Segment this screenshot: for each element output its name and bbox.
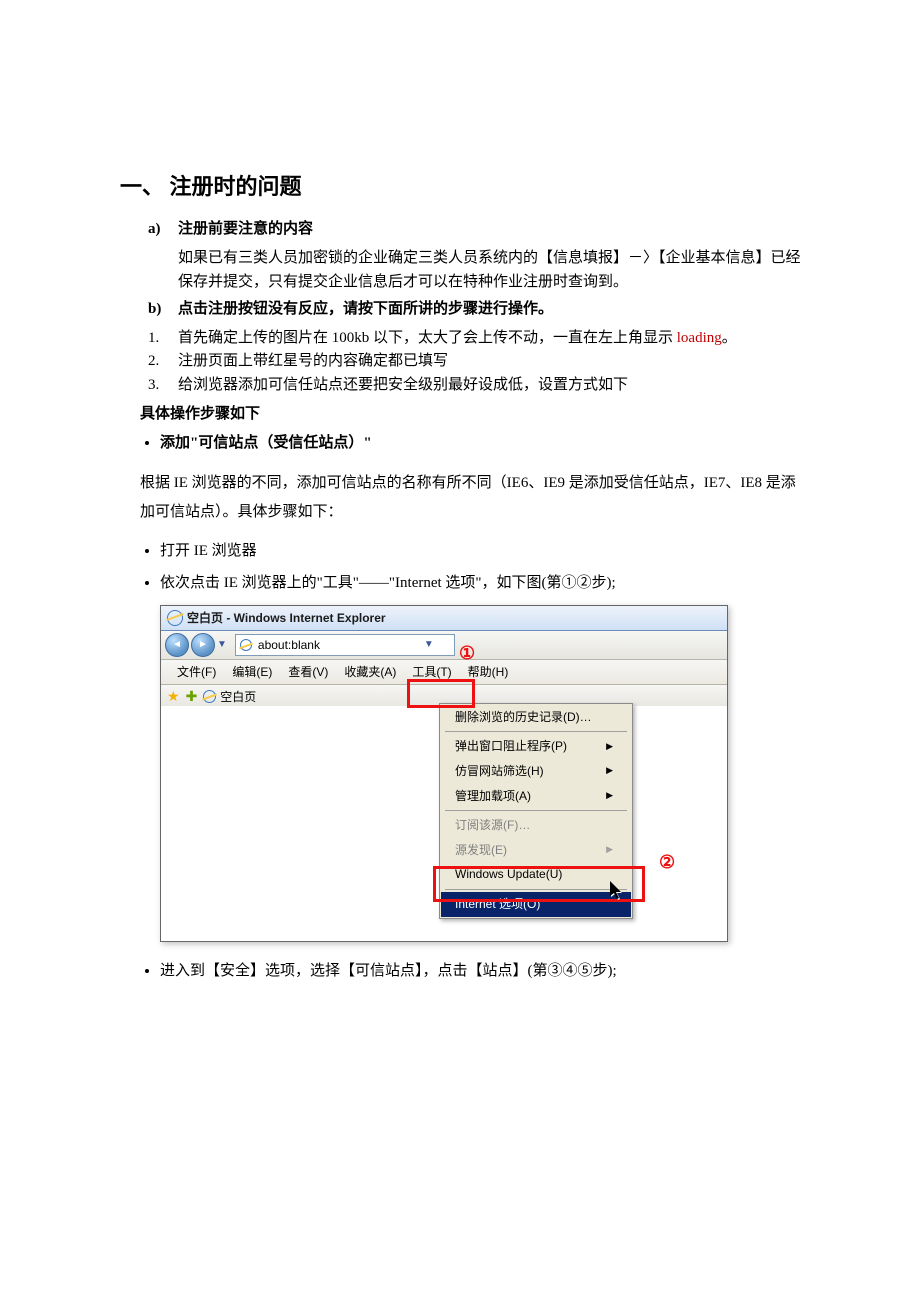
detail-heading: 具体操作步骤如下: [140, 403, 805, 426]
menu-subscribe-feed: 订阅该源(F)…: [441, 813, 631, 838]
menu-tools[interactable]: 工具(T): [404, 660, 459, 685]
ie-icon: [167, 610, 183, 626]
bullet-security-tab: 进入到【安全】选项，选择【可信站点】，点击【站点】(第③④⑤步);: [160, 960, 805, 983]
menu-bar: 文件(F) 编辑(E) 查看(V) 收藏夹(A) 工具(T) 帮助(H): [161, 660, 727, 685]
submenu-arrow-icon: ▶: [606, 789, 613, 803]
menu-view[interactable]: 查看(V): [280, 660, 336, 685]
menu-manage-addons[interactable]: 管理加载项(A) ▶: [441, 784, 631, 809]
submenu-arrow-icon: ▶: [606, 843, 613, 857]
bullet-click-tools: 依次点击 IE 浏览器上的"工具"——"Internet 选项"，如下图(第①②…: [160, 572, 805, 595]
menu-popup-label: 弹出窗口阻止程序(P): [455, 737, 567, 756]
menu-addons-label: 管理加载项(A): [455, 787, 531, 806]
menu-separator: [445, 889, 627, 890]
menu-delete-history-label: 删除浏览的历史记录(D)…: [455, 708, 592, 727]
menu-feed-discovery: 源发现(E) ▶: [441, 838, 631, 863]
nav-toolbar: ◄ ► ▼ ▼: [161, 631, 727, 660]
label-b: b): [148, 298, 178, 321]
step-1-post: 。: [722, 330, 737, 346]
address-input[interactable]: [256, 637, 420, 653]
add-favorite-icon[interactable]: ✚: [186, 686, 198, 708]
submenu-arrow-icon: ▶: [606, 740, 613, 754]
menu-winupdate-label: Windows Update(U): [455, 865, 562, 884]
item-b: b) 点击注册按钮没有反应，请按下面所讲的步骤进行操作。: [148, 298, 805, 321]
step-3: 3. 给浏览器添加可信任站点还要把安全级别最好设成低，设置方式如下: [148, 374, 805, 397]
step-3-text: 给浏览器添加可信任站点还要把安全级别最好设成低，设置方式如下: [178, 374, 805, 397]
menu-separator: [445, 731, 627, 732]
explain-text: 根据 IE 浏览器的不同，添加可信站点的名称有所不同（IE6、IE9 是添加受信…: [140, 469, 805, 526]
step-1-text: 首先确定上传的图片在 100kb 以下，太大了会上传不动，一直在左上角显示 lo…: [178, 327, 805, 350]
label-a: a): [148, 218, 178, 241]
menu-popup-blocker[interactable]: 弹出窗口阻止程序(P) ▶: [441, 734, 631, 759]
address-ie-icon: [240, 639, 252, 651]
menu-phishing-label: 仿冒网站筛选(H): [455, 762, 544, 781]
nav-history-caret-icon[interactable]: ▼: [217, 637, 227, 653]
annotation-marker-2: ②: [659, 849, 681, 871]
tools-dropdown: 删除浏览的历史记录(D)… 弹出窗口阻止程序(P) ▶ 仿冒网站筛选(H) ▶ …: [439, 703, 633, 919]
step-2-num: 2.: [148, 350, 178, 373]
submenu-arrow-icon: ▶: [606, 764, 613, 778]
ie-screenshot: 空白页 - Windows Internet Explorer ◄ ► ▼ ▼ …: [160, 605, 728, 942]
title-b: 点击注册按钮没有反应，请按下面所讲的步骤进行操作。: [178, 298, 805, 321]
titlebar: 空白页 - Windows Internet Explorer: [161, 606, 727, 631]
tab-blank[interactable]: 空白页: [203, 688, 256, 707]
step-1-pre: 首先确定上传的图片在 100kb 以下，太大了会上传不动，一直在左上角显示: [178, 330, 677, 346]
tab-label-text: 空白页: [220, 688, 256, 707]
annotation-marker-1: ①: [459, 640, 481, 662]
favorites-star-icon[interactable]: ★: [167, 686, 180, 708]
cursor-icon: [609, 881, 623, 901]
menu-delete-history[interactable]: 删除浏览的历史记录(D)…: [441, 705, 631, 730]
menu-phishing-filter[interactable]: 仿冒网站筛选(H) ▶: [441, 759, 631, 784]
back-button[interactable]: ◄: [165, 633, 189, 657]
menu-internet-options-label: Internet 选项(O): [455, 897, 540, 911]
address-dropdown-icon[interactable]: ▼: [424, 637, 434, 653]
document-page: 一、 注册时的问题 a) 注册前要注意的内容 如果已有三类人员加密锁的企业确定三…: [0, 0, 920, 1302]
menu-help[interactable]: 帮助(H): [460, 660, 517, 685]
menu-favorites[interactable]: 收藏夹(A): [336, 660, 404, 685]
menu-subscribe-label: 订阅该源(F)…: [455, 816, 530, 835]
step-1-num: 1.: [148, 327, 178, 350]
loading-text: loading: [677, 330, 722, 346]
menu-windows-update[interactable]: Windows Update(U): [441, 862, 631, 887]
menu-internet-options[interactable]: Internet 选项(O): [441, 892, 631, 917]
menu-file[interactable]: 文件(F): [169, 660, 224, 685]
step-3-num: 3.: [148, 374, 178, 397]
step-1: 1. 首先确定上传的图片在 100kb 以下，太大了会上传不动，一直在左上角显示…: [148, 327, 805, 350]
menu-feed-label: 源发现(E): [455, 841, 507, 860]
bullet-open-ie: 打开 IE 浏览器: [160, 540, 805, 563]
step-2-text: 注册页面上带红星号的内容确定都已填写: [178, 350, 805, 373]
heading-1: 一、 注册时的问题: [120, 170, 805, 204]
forward-button[interactable]: ►: [191, 633, 215, 657]
menu-separator: [445, 810, 627, 811]
window-title: 空白页 - Windows Internet Explorer: [187, 609, 386, 628]
item-a: a) 注册前要注意的内容: [148, 218, 805, 241]
bullet-add-trusted: 添加"可信站点（受信任站点）": [160, 432, 805, 455]
address-bar[interactable]: ▼: [235, 634, 455, 656]
step-2: 2. 注册页面上带红星号的内容确定都已填写: [148, 350, 805, 373]
body-a: 如果已有三类人员加密锁的企业确定三类人员系统内的【信息填报】－〉【企业基本信息】…: [178, 247, 805, 294]
menu-edit[interactable]: 编辑(E): [224, 660, 280, 685]
title-a: 注册前要注意的内容: [178, 218, 805, 241]
tab-ie-icon: [203, 690, 216, 703]
